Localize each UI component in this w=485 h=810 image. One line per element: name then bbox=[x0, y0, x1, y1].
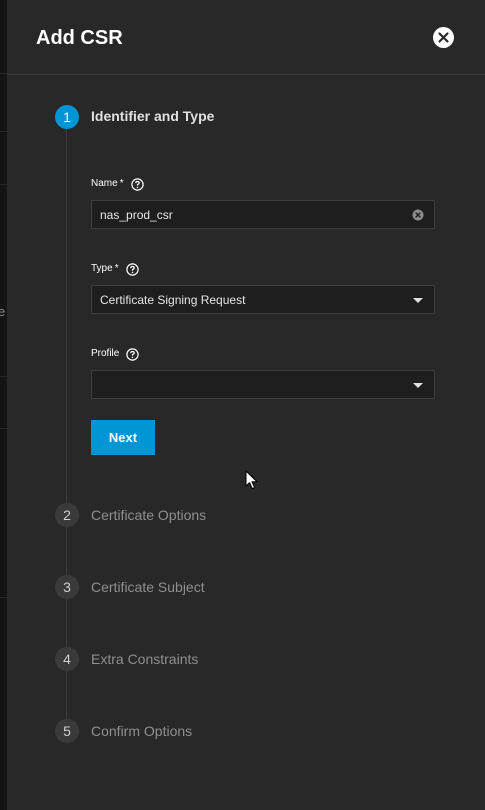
profile-field-label: Profile bbox=[91, 347, 140, 361]
clear-icon[interactable] bbox=[412, 209, 424, 221]
type-field-label: Type * bbox=[91, 262, 139, 276]
next-button[interactable]: Next bbox=[91, 420, 155, 455]
step-4-label[interactable]: Extra Constraints bbox=[91, 651, 198, 667]
background-divider bbox=[0, 597, 7, 598]
background-divider bbox=[0, 428, 7, 429]
step-3-number: 3 bbox=[55, 575, 79, 599]
help-icon[interactable] bbox=[126, 347, 140, 361]
background-page: e bbox=[0, 0, 7, 810]
chevron-down-icon bbox=[413, 298, 423, 303]
step-4-number: 4 bbox=[55, 647, 79, 671]
background-divider bbox=[0, 131, 7, 132]
background-divider bbox=[0, 73, 7, 74]
stepper-connector bbox=[66, 129, 67, 503]
name-input[interactable]: nas_prod_csr bbox=[91, 200, 435, 229]
name-field-label: Name * bbox=[91, 177, 144, 191]
panel-title: Add CSR bbox=[36, 27, 123, 49]
add-csr-panel: Add CSR 1 Identifier and Type Name * nas… bbox=[7, 0, 485, 810]
name-input-value: nas_prod_csr bbox=[100, 208, 173, 222]
step-1-label[interactable]: Identifier and Type bbox=[91, 108, 214, 124]
stepper-connector bbox=[66, 599, 67, 647]
close-icon bbox=[438, 32, 449, 43]
required-mark: * bbox=[119, 178, 124, 189]
required-mark: * bbox=[114, 263, 119, 274]
background-divider bbox=[0, 376, 7, 377]
profile-label-text: Profile bbox=[91, 348, 120, 359]
background-text: e bbox=[0, 304, 6, 319]
step-5-label[interactable]: Confirm Options bbox=[91, 723, 192, 739]
type-select[interactable]: Certificate Signing Request bbox=[91, 285, 435, 314]
chevron-down-icon bbox=[413, 383, 423, 388]
close-button[interactable] bbox=[433, 27, 454, 48]
stepper-connector bbox=[66, 671, 67, 719]
stepper-connector bbox=[66, 527, 67, 575]
name-label-text: Name bbox=[91, 178, 118, 189]
panel-header: Add CSR bbox=[7, 0, 485, 75]
background-divider bbox=[0, 184, 7, 185]
step-5-number: 5 bbox=[55, 719, 79, 743]
type-select-value: Certificate Signing Request bbox=[100, 293, 246, 307]
step-1-number: 1 bbox=[55, 105, 79, 129]
help-icon[interactable] bbox=[130, 177, 144, 191]
mouse-cursor-icon bbox=[245, 470, 258, 490]
profile-select[interactable] bbox=[91, 370, 435, 399]
help-icon[interactable] bbox=[125, 262, 139, 276]
step-2-number: 2 bbox=[55, 503, 79, 527]
step-2-label[interactable]: Certificate Options bbox=[91, 507, 206, 523]
step-3-label[interactable]: Certificate Subject bbox=[91, 579, 205, 595]
type-label-text: Type bbox=[91, 263, 113, 274]
